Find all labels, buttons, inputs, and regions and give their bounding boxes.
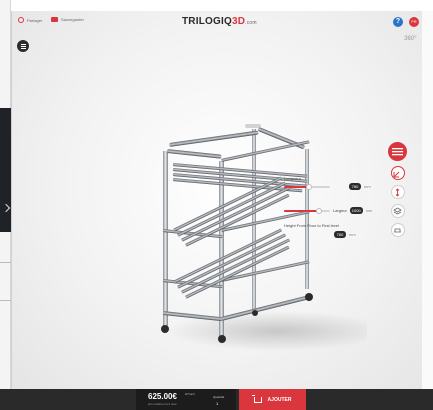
roller-level-bottom [173, 228, 290, 299]
hamburger-icon-line [20, 47, 26, 49]
length-value[interactable]: 780 [349, 183, 361, 190]
price-note: prix unitaire hors taxe [148, 402, 177, 406]
slider-handle[interactable] [315, 207, 322, 214]
share-link-label: Partager [27, 17, 43, 23]
dimension-row-width: Largeur 1000 mm [284, 207, 372, 214]
dimensions-button[interactable] [390, 166, 405, 180]
view-360-button[interactable]: 360° [404, 36, 416, 42]
bottom-bar: 625.00€ HT/unit prix unitaire hors taxe … [0, 389, 433, 410]
save-link-label: Sauvegarder [61, 17, 84, 22]
dimension-label-width: Largeur [333, 208, 347, 213]
quantity-input[interactable]: 1 [216, 401, 218, 406]
tool-panel [388, 142, 407, 237]
price-value: 625.00€ [148, 392, 177, 401]
slider-handle[interactable] [306, 183, 313, 190]
layers-button[interactable] [390, 204, 405, 218]
rack-type-icon [392, 148, 403, 156]
language-button[interactable]: FR [409, 17, 419, 27]
cart-icon [251, 394, 262, 403]
height-unit: mm [349, 232, 356, 237]
dimension-label-length: Longueur [284, 176, 301, 181]
height-button[interactable] [390, 185, 405, 199]
rack-frame [162, 124, 310, 336]
add-to-cart-label: AJOUTER [267, 396, 292, 403]
width-unit: mm [365, 208, 373, 213]
top-bar: Partager Sauvegarder TRILOGIQ3D.com ? FR [12, 11, 422, 33]
configurator-window: Partager Sauvegarder TRILOGIQ3D.com ? FR… [11, 11, 422, 400]
accessories-icon [394, 228, 401, 232]
height-icon [395, 187, 400, 197]
background-page-edge [0, 0, 11, 410]
background-dark-panel [0, 108, 11, 232]
dimension-row-length: 780 mm [284, 183, 371, 190]
width-slider[interactable] [284, 207, 330, 214]
height-value[interactable]: 760 [334, 231, 346, 238]
length-unit: mm [364, 184, 371, 189]
menu-button[interactable] [17, 40, 29, 52]
slider-fill [284, 209, 319, 212]
dimension-row-height: 760 mm [334, 231, 356, 238]
price-suffix: HT/unit [185, 392, 195, 396]
hamburger-icon-line [20, 43, 26, 45]
layers-icon [393, 207, 402, 214]
dimension-label-height: Height From Floor to First level [284, 223, 339, 228]
hamburger-icon-line [20, 45, 26, 47]
divider [0, 262, 11, 263]
help-button[interactable]: ? [393, 17, 403, 27]
accessories-button[interactable] [390, 223, 405, 237]
logo-domain-text: .com [245, 20, 257, 26]
length-slider[interactable] [284, 183, 330, 190]
share-link[interactable]: Partager [18, 17, 42, 23]
share-icon [18, 17, 24, 23]
dimensions-icon [393, 171, 400, 177]
save-link[interactable]: Sauvegarder [51, 17, 84, 22]
divider [0, 300, 11, 301]
right-page-edge [422, 0, 433, 389]
window-corner [422, 0, 433, 11]
screenshot-frame: Partager Sauvegarder TRILOGIQ3D.com ? FR… [0, 0, 433, 410]
width-value[interactable]: 1000 [349, 207, 363, 214]
logo-main-text: TRILOGIQ [182, 16, 232, 27]
site-logo[interactable]: TRILOGIQ3D.com [182, 16, 257, 27]
add-to-cart-button[interactable]: AJOUTER [239, 389, 306, 410]
rack-3d-model[interactable] [137, 121, 367, 351]
rack-type-button[interactable] [388, 142, 407, 161]
logo-accent-text: 3D [231, 16, 246, 27]
save-icon [51, 17, 58, 22]
quantity-label: Quantité [213, 395, 225, 399]
